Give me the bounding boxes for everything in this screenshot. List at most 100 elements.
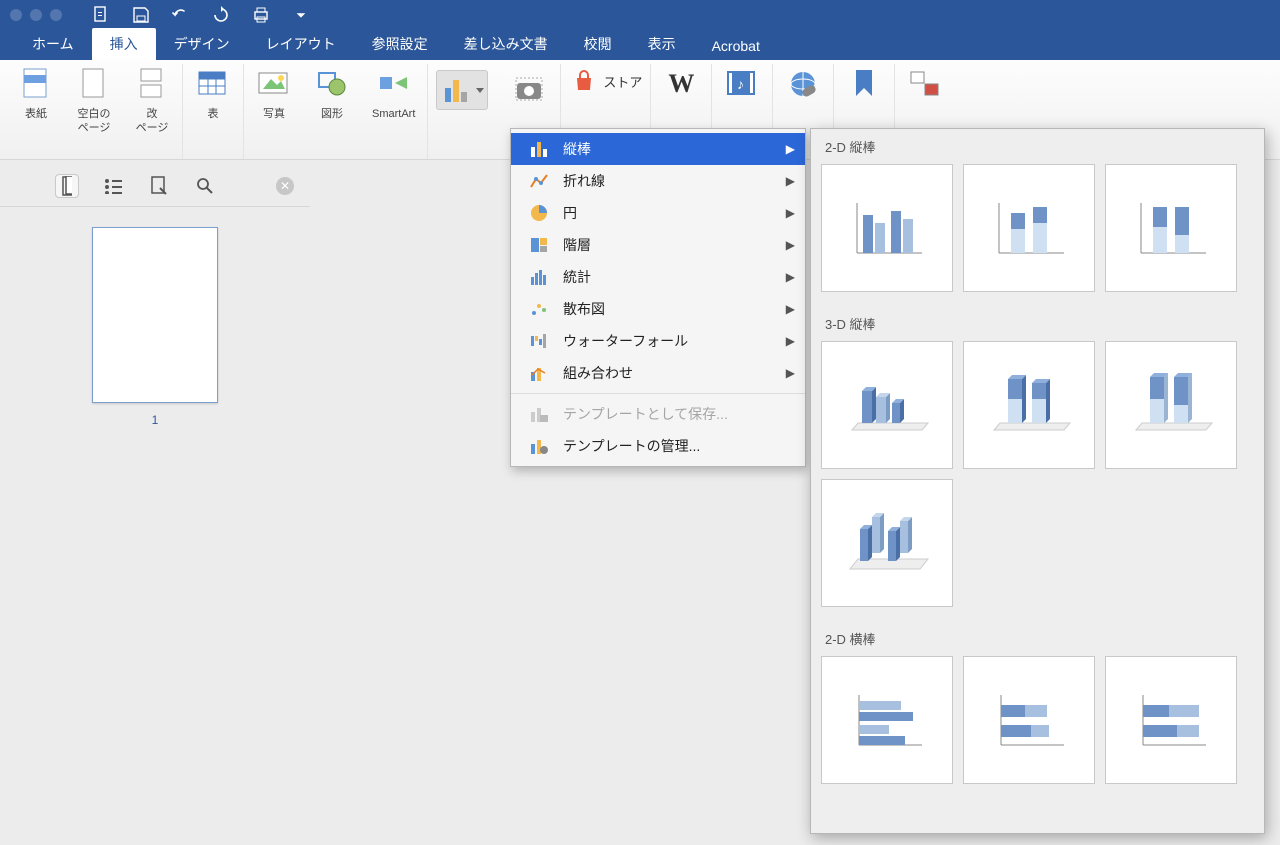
chart-gallery: 2-D 縦棒 3-D 縦棒 2-D 横棒: [810, 128, 1265, 834]
undo-icon[interactable]: [172, 6, 190, 24]
bookmark-icon: [846, 66, 882, 102]
submenu-arrow-icon: ▶: [786, 270, 795, 284]
search-tab[interactable]: [194, 175, 216, 197]
tab-view[interactable]: 表示: [630, 28, 694, 60]
combo-chart-icon: [529, 363, 549, 383]
gallery-heading-2d-bar: 2-D 横棒: [811, 621, 1260, 652]
stacked-column-3d[interactable]: [963, 341, 1095, 469]
table-icon: [195, 66, 231, 102]
close-sidebar-icon[interactable]: ✕: [276, 177, 294, 195]
save-template-icon: [529, 404, 549, 424]
submenu-arrow-icon: ▶: [786, 142, 795, 156]
wikipedia-button[interactable]: W: [659, 64, 703, 104]
tab-mailings[interactable]: 差し込み文書: [446, 28, 566, 60]
tab-home[interactable]: ホーム: [14, 28, 92, 60]
ribbon-tabs: ホーム 挿入 デザイン レイアウト 参照設定 差し込み文書 校閲 表示 Acro…: [0, 30, 1280, 60]
minimize-dot[interactable]: [30, 9, 42, 21]
chart-type-menu: 縦棒 ▶ 折れ線▶ 円▶ 階層 ▶ 統計▶ 散布図 ▶ ウォーターフォール▶ 組み合わ…: [510, 128, 806, 467]
chart-type-stats[interactable]: 統計▶: [511, 261, 805, 293]
tab-design[interactable]: デザイン: [156, 28, 248, 60]
redo-icon[interactable]: [212, 6, 230, 24]
percent-stacked-column-2d[interactable]: [1105, 164, 1237, 292]
pie-chart-icon: [529, 203, 549, 223]
store-label: ストア: [603, 72, 642, 91]
save-icon[interactable]: [132, 6, 150, 24]
clustered-column-2d[interactable]: [821, 164, 953, 292]
submenu-arrow-icon: ▶: [786, 334, 795, 348]
link-button[interactable]: [781, 64, 825, 104]
title-bar: ⏷: [0, 0, 1280, 30]
tab-review[interactable]: 校閲: [566, 28, 630, 60]
zoom-dot[interactable]: [50, 9, 62, 21]
customize-qat-icon[interactable]: ⏷: [292, 6, 310, 24]
photo-button[interactable]: 写真: [252, 64, 296, 124]
tab-layout[interactable]: レイアウト: [248, 28, 354, 60]
tab-reference[interactable]: 参照設定: [354, 28, 446, 60]
clustered-bar-2d[interactable]: [821, 656, 953, 784]
svg-text:♪: ♪: [737, 76, 744, 92]
crossref-icon: [907, 66, 943, 102]
chart-type-label: 階層: [563, 235, 591, 255]
save-template-item: テンプレートとして保存...: [511, 398, 805, 430]
chart-type-waterfall[interactable]: ウォーターフォール▶: [511, 325, 805, 357]
review-tab[interactable]: [148, 175, 170, 197]
column-3d[interactable]: [821, 479, 953, 607]
photo-label: 写真: [263, 108, 285, 122]
chart-type-hierarchy[interactable]: 階層 ▶: [511, 229, 805, 261]
sidebar-tabs: ✕: [0, 165, 310, 207]
shapes-button[interactable]: 図形: [310, 64, 354, 124]
smartart-button[interactable]: SmartArt: [368, 64, 419, 124]
gallery-heading-2d-column: 2-D 縦棒: [811, 129, 1260, 160]
gallery-heading-3d-column: 3-D 縦棒: [811, 306, 1260, 337]
menu-separator: [511, 393, 805, 394]
nav-sidebar: ✕ 1: [0, 165, 310, 845]
window-controls[interactable]: [10, 9, 62, 21]
chart-type-label: 散布図: [563, 299, 605, 319]
page-break-label: 改 ページ: [136, 108, 169, 136]
percent-stacked-bar-2d[interactable]: [1105, 656, 1237, 784]
smartart-label: SmartArt: [372, 108, 415, 122]
blank-page-button[interactable]: 空白の ページ: [72, 64, 116, 138]
chevron-down-icon: [475, 81, 485, 99]
close-dot[interactable]: [10, 9, 22, 21]
cover-page-button[interactable]: 表紙: [14, 64, 58, 138]
clustered-column-3d[interactable]: [821, 341, 953, 469]
chart-type-label: 縦棒: [563, 139, 591, 159]
outline-tab[interactable]: [102, 175, 124, 197]
store-icon: [573, 70, 595, 92]
submenu-arrow-icon: ▶: [786, 238, 795, 252]
chart-button[interactable]: [436, 70, 488, 110]
chart-type-scatter[interactable]: 散布図 ▶: [511, 293, 805, 325]
percent-stacked-column-3d[interactable]: [1105, 341, 1237, 469]
line-chart-icon: [529, 171, 549, 191]
tab-insert[interactable]: 挿入: [92, 28, 156, 60]
chart-type-column[interactable]: 縦棒 ▶: [511, 133, 805, 165]
screenshot-button[interactable]: [508, 70, 552, 110]
bookmark-button[interactable]: [842, 64, 886, 104]
submenu-arrow-icon: ▶: [786, 302, 795, 316]
media-icon: ♪: [724, 66, 760, 102]
stacked-column-2d[interactable]: [963, 164, 1095, 292]
page-break-button[interactable]: 改 ページ: [130, 64, 174, 138]
table-button[interactable]: 表: [191, 64, 235, 124]
chart-icon: [443, 76, 471, 104]
blank-page-label: 空白の ページ: [78, 108, 111, 136]
stacked-bar-2d[interactable]: [963, 656, 1095, 784]
doc-icon[interactable]: [92, 6, 110, 24]
cover-page-icon: [18, 66, 54, 102]
chart-type-pie[interactable]: 円▶: [511, 197, 805, 229]
hierarchy-chart-icon: [529, 235, 549, 255]
store-button[interactable]: ストア: [569, 64, 642, 92]
crossref-button[interactable]: [903, 64, 947, 104]
chart-type-combo[interactable]: 組み合わせ▶: [511, 357, 805, 389]
thumbnails-tab[interactable]: [56, 175, 78, 197]
tab-acrobat[interactable]: Acrobat: [694, 32, 778, 60]
manage-template-item[interactable]: テンプレートの管理...: [511, 430, 805, 462]
media-button[interactable]: ♪: [720, 64, 764, 104]
waterfall-chart-icon: [529, 331, 549, 351]
page-thumbnail[interactable]: [92, 227, 218, 403]
submenu-arrow-icon: ▶: [786, 206, 795, 220]
manage-template-label: テンプレートの管理...: [563, 436, 700, 456]
print-icon[interactable]: [252, 6, 270, 24]
chart-type-line[interactable]: 折れ線▶: [511, 165, 805, 197]
